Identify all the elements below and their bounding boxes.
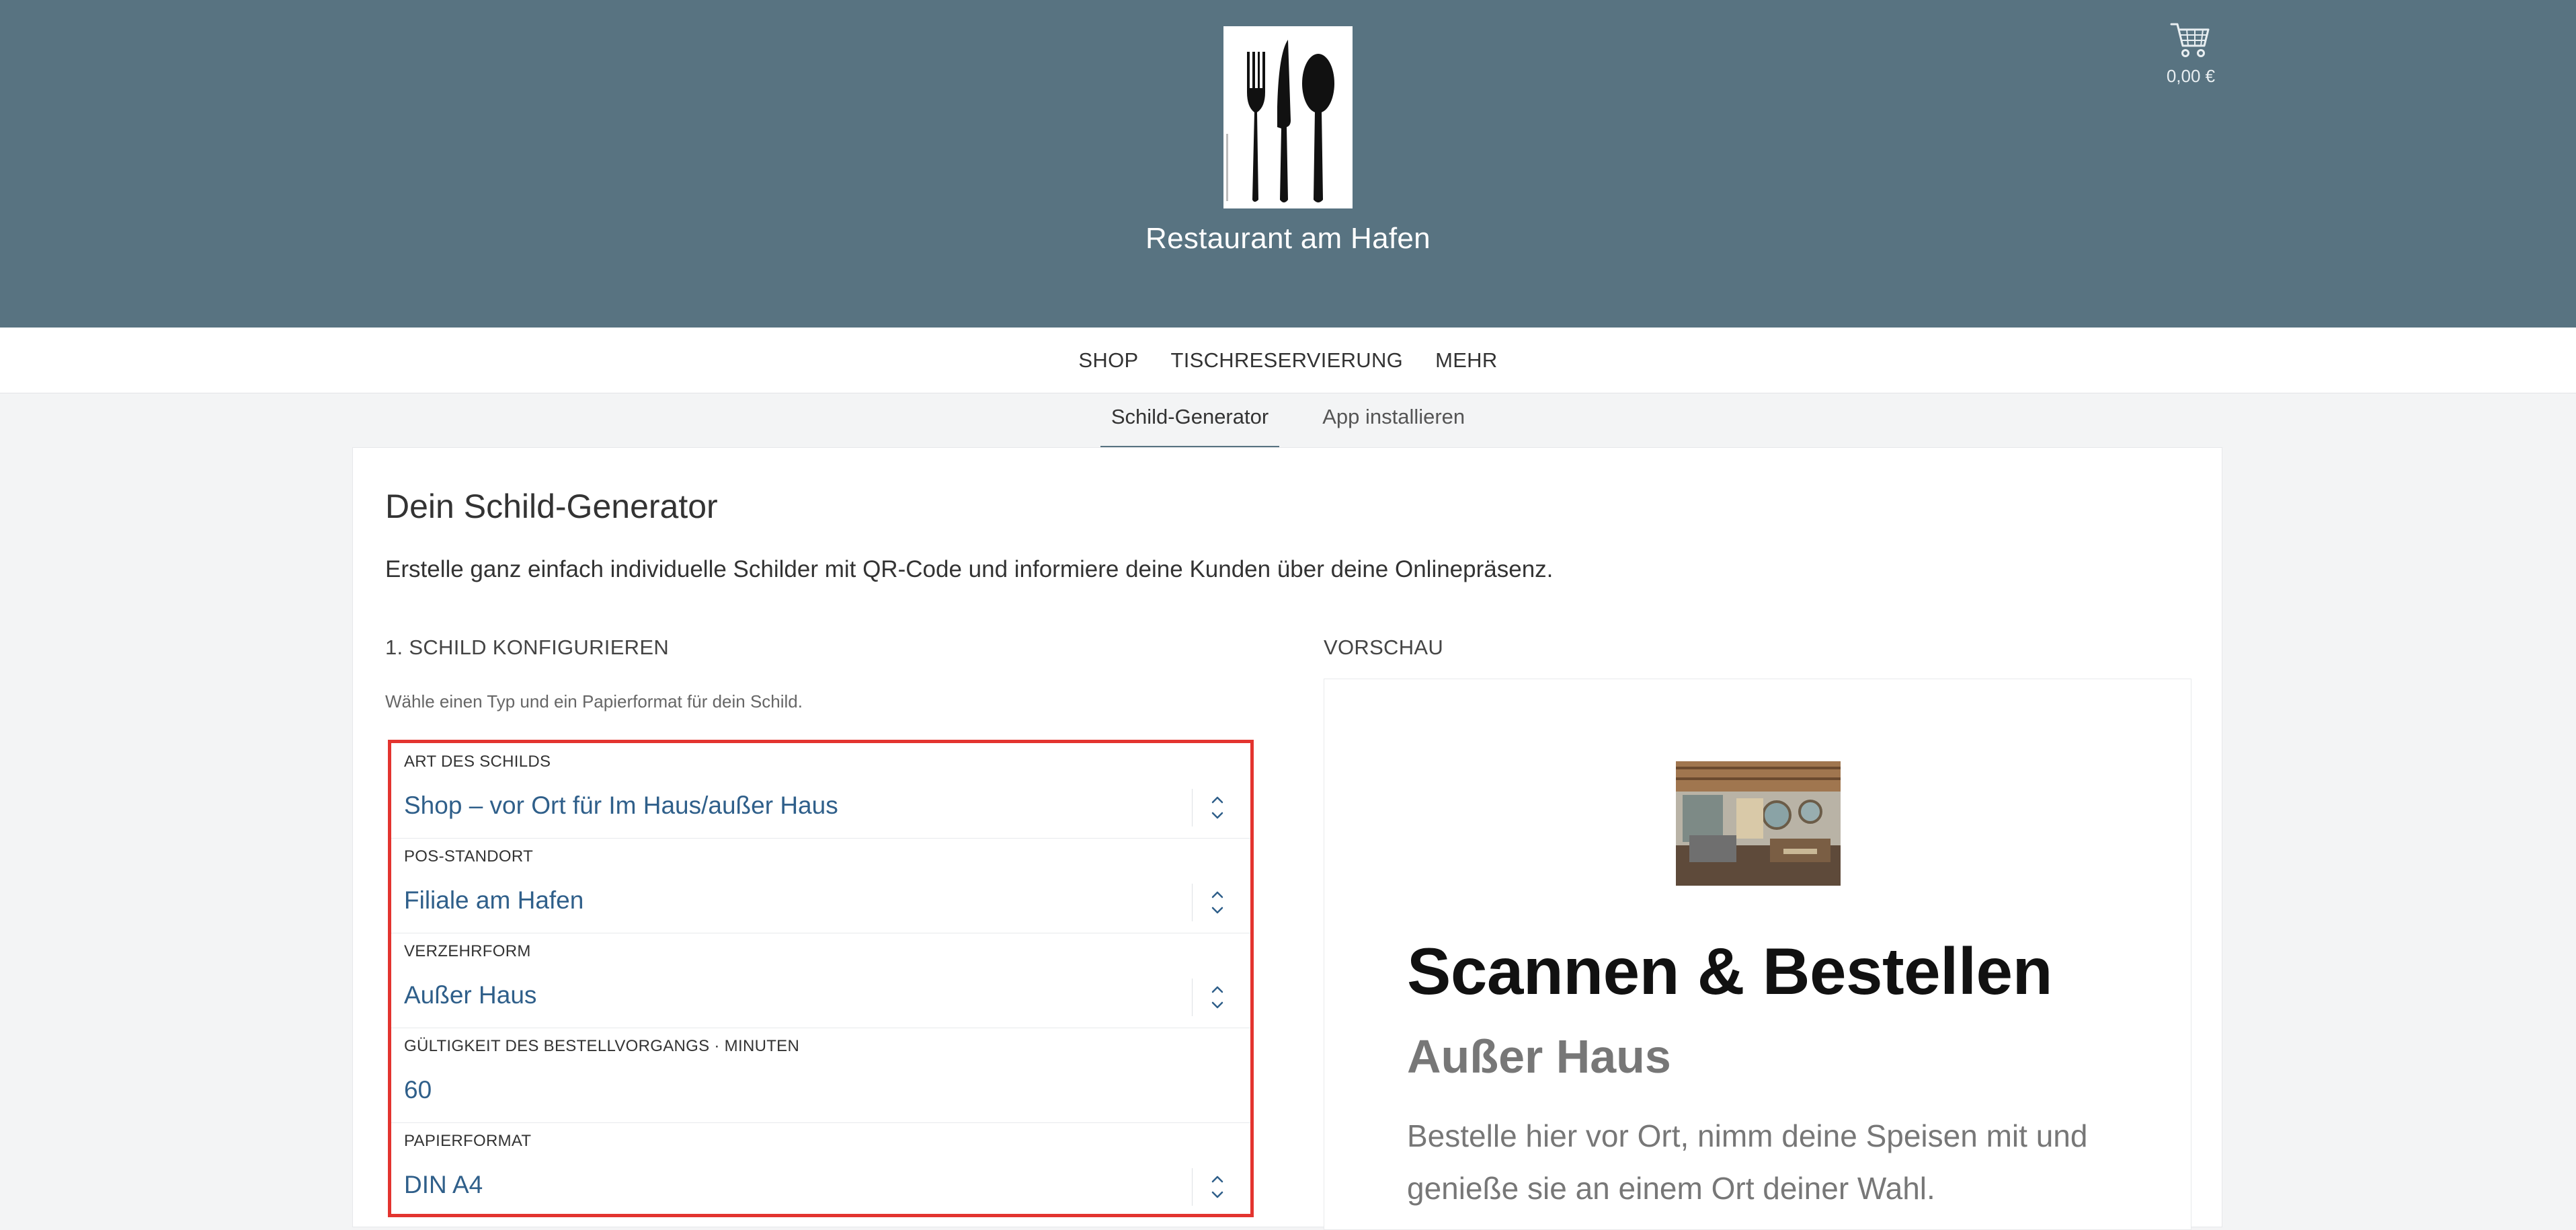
page-intro: Erstelle ganz einfach individuelle Schil…: [385, 556, 1554, 582]
field-value: Filiale am Hafen: [404, 886, 584, 914]
restaurant-logo[interactable]: [1223, 26, 1353, 208]
cart-total: 0,00 €: [2166, 66, 2216, 86]
paper-format-select[interactable]: PAPIERFORMAT DIN A4: [391, 1122, 1250, 1217]
site-header: Restaurant am Hafen 0,00 €: [0, 0, 2576, 328]
sign-config-form: ART DES SCHILDS Shop – vor Ort für Im Ha…: [388, 740, 1254, 1217]
preview-section-label: VORSCHAU: [1324, 636, 1444, 659]
order-validity-minutes-input[interactable]: GÜLTIGKEIT DES BESTELLVORGANGS · MINUTEN…: [391, 1028, 1250, 1123]
field-divider: [1192, 884, 1193, 921]
field-value: Shop – vor Ort für Im Haus/außer Haus: [404, 792, 838, 819]
field-divider: [1192, 789, 1193, 827]
field-label: POS-STANDORT: [404, 847, 534, 866]
tab-sign-generator[interactable]: Schild-Generator: [1100, 393, 1280, 449]
shopping-cart-icon: [2170, 23, 2210, 57]
nav-item-more[interactable]: MEHR: [1435, 348, 1497, 373]
tab-install-app[interactable]: App installieren: [1312, 393, 1476, 446]
chevron-up-down-icon: [1207, 882, 1227, 923]
field-divider: [1192, 1168, 1193, 1206]
field-value: 60: [404, 1076, 432, 1104]
consumption-type-select[interactable]: VERZEHRFORM Außer Haus: [391, 933, 1250, 1028]
configure-section-label: 1. SCHILD KONFIGURIEREN: [385, 636, 670, 659]
nav-item-table-reservation[interactable]: TISCHRESERVIERUNG: [1170, 348, 1403, 373]
restaurant-interior-photo: [1676, 761, 1841, 886]
sub-navigation: Schild-Generator App installieren: [0, 393, 2576, 449]
chevron-up-down-icon: [1207, 787, 1227, 828]
field-label: VERZEHRFORM: [404, 942, 531, 960]
field-label: GÜLTIGKEIT DES BESTELLVORGANGS · MINUTEN: [404, 1037, 800, 1055]
pos-location-select[interactable]: POS-STANDORT Filiale am Hafen: [391, 838, 1250, 933]
chevron-up-down-icon: [1207, 1167, 1227, 1207]
brand-name: Restaurant am Hafen: [1145, 222, 1431, 255]
preview-text: Bestelle hier vor Ort, nimm deine Speise…: [1407, 1118, 2088, 1206]
preview-heading: Scannen & Bestellen: [1407, 934, 2052, 1008]
sign-type-select[interactable]: ART DES SCHILDS Shop – vor Ort für Im Ha…: [391, 743, 1250, 839]
preview-subheading: Außer Haus: [1407, 1030, 1671, 1083]
nav-item-shop[interactable]: SHOP: [1078, 348, 1138, 373]
field-label: ART DES SCHILDS: [404, 753, 551, 771]
chevron-up-down-icon: [1207, 977, 1227, 1017]
sign-preview: Scannen & Bestellen Außer Haus Bestelle …: [1324, 679, 2191, 1230]
cutlery-icon: [1226, 40, 1334, 202]
field-divider: [1192, 978, 1193, 1016]
cart-button[interactable]: 0,00 €: [2161, 19, 2221, 87]
field-value: Außer Haus: [404, 981, 537, 1009]
field-value: DIN A4: [404, 1171, 483, 1198]
main-navigation: SHOP TISCHRESERVIERUNG MEHR: [0, 328, 2576, 393]
page-title: Dein Schild-Generator: [385, 488, 718, 525]
configure-hint: Wähle einen Typ und ein Papierformat für…: [385, 691, 803, 712]
sign-generator-card: Dein Schild-Generator Erstelle ganz einf…: [352, 447, 2222, 1230]
field-label: PAPIERFORMAT: [404, 1132, 532, 1150]
